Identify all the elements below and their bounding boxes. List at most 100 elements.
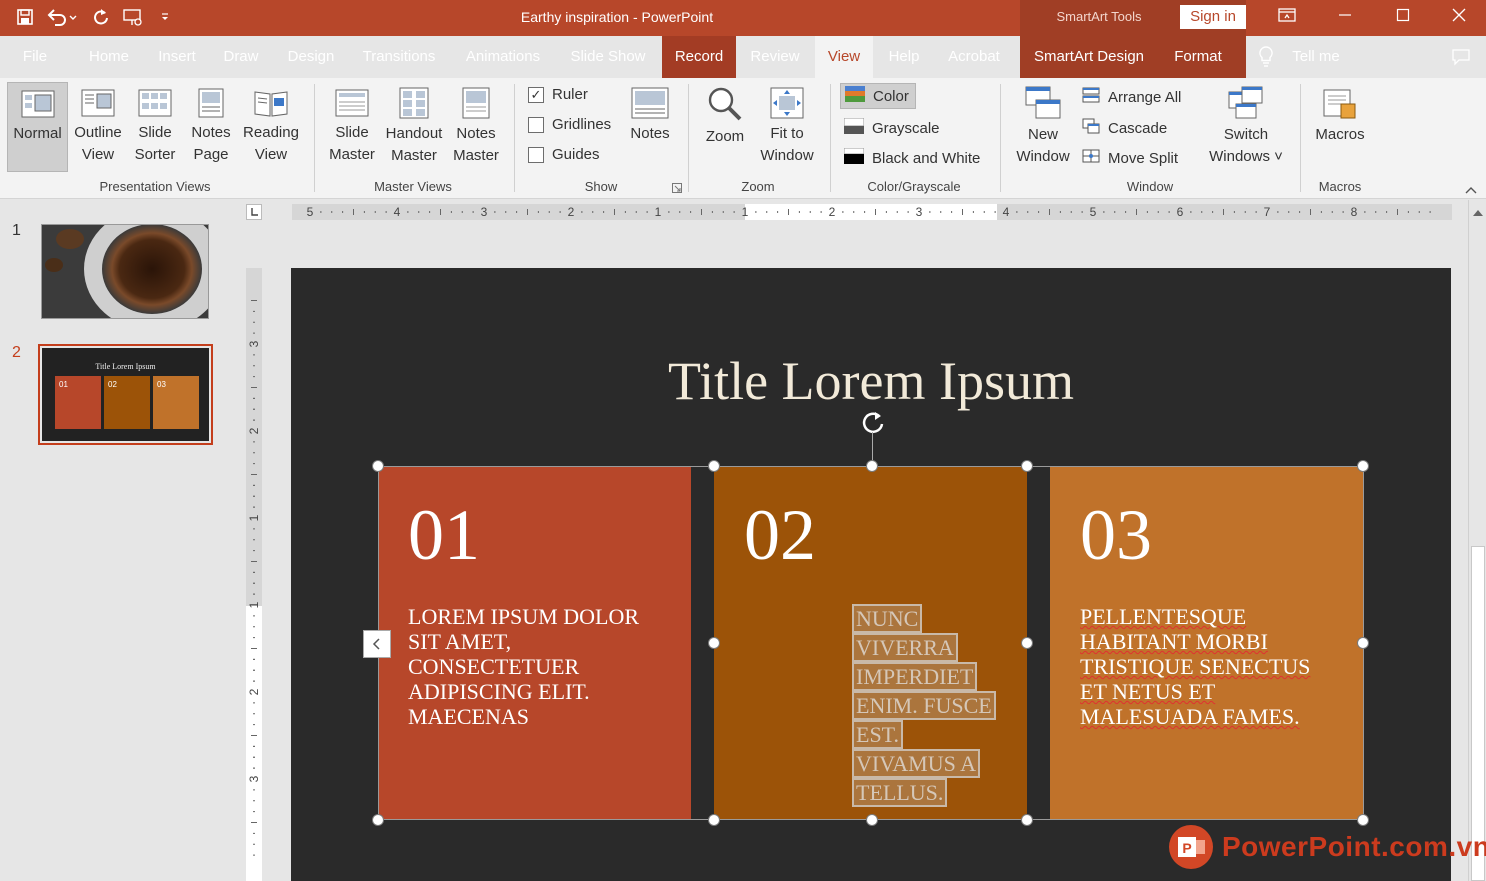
collapse-ribbon-icon[interactable] bbox=[1464, 182, 1478, 198]
scroll-up-icon[interactable] bbox=[1472, 204, 1484, 220]
ribbon-tabs: File Home Insert Draw Design Transitions… bbox=[0, 36, 1486, 78]
black-and-white-icon bbox=[843, 147, 865, 168]
notes-icon bbox=[631, 87, 669, 119]
color-label: Color bbox=[873, 87, 909, 105]
resize-handle[interactable] bbox=[1357, 460, 1369, 472]
ruler-tick-label: 1 bbox=[742, 205, 749, 219]
fit-to-window-button[interactable]: Fit to Window bbox=[756, 82, 818, 167]
outline-view-button[interactable]: Outline View bbox=[70, 82, 126, 166]
handout-master-label-1: Handout bbox=[385, 125, 443, 142]
color-button[interactable]: Color bbox=[840, 83, 916, 109]
text-pane-toggle-icon[interactable] bbox=[363, 630, 391, 658]
tab-view[interactable]: View bbox=[815, 36, 873, 78]
group-label-color-grayscale: Color/Grayscale bbox=[867, 179, 961, 194]
outline-view-icon bbox=[81, 88, 115, 118]
zoom-button[interactable]: Zoom bbox=[698, 82, 752, 148]
move-split-button[interactable]: Move Split bbox=[1078, 145, 1184, 171]
cascade-label: Cascade bbox=[1108, 119, 1168, 137]
switch-windows-button[interactable]: Switch Windows ˅ bbox=[1202, 82, 1290, 168]
tab-format[interactable]: Format bbox=[1163, 36, 1233, 78]
reading-view-button[interactable]: Reading View bbox=[240, 82, 302, 166]
grayscale-label: Grayscale bbox=[872, 119, 940, 137]
rotate-handle-icon[interactable] bbox=[859, 408, 887, 439]
vertical-scrollbar[interactable] bbox=[1468, 200, 1486, 881]
ruler-label: Ruler bbox=[552, 86, 588, 103]
reading-view-icon bbox=[253, 88, 289, 118]
black-and-white-button[interactable]: Black and White bbox=[840, 145, 986, 171]
vertical-ruler[interactable]: 3 2 1 1 2 3 bbox=[246, 268, 262, 881]
tab-animations[interactable]: Animations bbox=[455, 36, 551, 78]
tab-design[interactable]: Design bbox=[277, 36, 345, 78]
shape-handle[interactable] bbox=[708, 814, 720, 826]
slide-thumbnail-2[interactable]: Title Lorem Ipsum 01 02 03 bbox=[38, 344, 213, 445]
horizontal-ruler-ticks: 5 4 3 2 1 1 2 3 4 5 6 7 8 bbox=[307, 205, 1431, 219]
thumbnail-title: Title Lorem Ipsum bbox=[95, 362, 156, 371]
thumbnail-number: 1 bbox=[12, 222, 21, 239]
slide-master-icon bbox=[335, 88, 369, 118]
smartart-selection-frame bbox=[378, 466, 1364, 820]
horizontal-ruler[interactable]: 5 4 3 2 1 1 2 3 4 5 6 7 8 bbox=[292, 204, 1452, 220]
resize-handle[interactable] bbox=[866, 814, 878, 826]
grayscale-button[interactable]: Grayscale bbox=[840, 115, 946, 141]
macros-button[interactable]: Macros bbox=[1310, 82, 1370, 146]
resize-handle[interactable] bbox=[1357, 637, 1369, 649]
shape-handle[interactable] bbox=[1021, 637, 1033, 649]
notes-page-label-2: Page bbox=[193, 146, 229, 163]
gridlines-checkbox[interactable]: Gridlines bbox=[528, 116, 611, 133]
resize-handle[interactable] bbox=[372, 460, 384, 472]
tab-help[interactable]: Help bbox=[880, 36, 928, 78]
shape-handle[interactable] bbox=[708, 637, 720, 649]
resize-handle[interactable] bbox=[372, 814, 384, 826]
ruler-checkbox[interactable]: ✓ Ruler bbox=[528, 86, 588, 103]
group-label-window: Window bbox=[1126, 179, 1174, 194]
cascade-button[interactable]: Cascade bbox=[1078, 115, 1173, 141]
tab-smartart-design[interactable]: SmartArt Design bbox=[1024, 36, 1154, 78]
ruler-tick-label: 8 bbox=[1351, 205, 1358, 219]
tab-slide-show[interactable]: Slide Show bbox=[561, 36, 655, 78]
tab-home[interactable]: Home bbox=[78, 36, 140, 78]
slide-title[interactable]: Title Lorem Ipsum bbox=[291, 350, 1451, 412]
notes-page-button[interactable]: Notes Page bbox=[186, 82, 236, 166]
sign-in-button[interactable]: Sign in bbox=[1180, 5, 1246, 29]
slide-canvas[interactable]: Title Lorem Ipsum 01 LOREM IPSUM DOLOR S… bbox=[291, 268, 1451, 881]
minimize-icon[interactable] bbox=[1316, 0, 1374, 30]
slide-thumbnail-1[interactable] bbox=[41, 224, 209, 319]
notes-page-icon bbox=[198, 88, 224, 118]
tab-acrobat[interactable]: Acrobat bbox=[937, 36, 1011, 78]
normal-view-button[interactable]: Normal bbox=[7, 82, 68, 172]
show-dialog-launcher-icon[interactable] bbox=[672, 180, 682, 196]
slide-sorter-button[interactable]: Slide Sorter bbox=[128, 82, 182, 166]
comments-icon[interactable] bbox=[1446, 36, 1476, 78]
ruler-tick-label: 3 bbox=[481, 205, 488, 219]
notes-page-label-1: Notes bbox=[191, 124, 231, 141]
tab-selector-icon[interactable] bbox=[246, 204, 262, 220]
tab-insert[interactable]: Insert bbox=[148, 36, 206, 78]
arrange-all-button[interactable]: Arrange All bbox=[1078, 84, 1187, 110]
move-split-label: Move Split bbox=[1108, 149, 1179, 167]
resize-handle[interactable] bbox=[866, 460, 878, 472]
move-split-icon bbox=[1082, 148, 1100, 168]
tab-draw[interactable]: Draw bbox=[214, 36, 268, 78]
ribbon-display-options-icon[interactable] bbox=[1258, 0, 1316, 30]
tab-file[interactable]: File bbox=[10, 36, 60, 78]
shape-handle[interactable] bbox=[708, 460, 720, 472]
tell-me-search[interactable]: Tell me bbox=[1284, 36, 1348, 78]
notes-button[interactable]: Notes bbox=[622, 82, 678, 145]
slide-master-button[interactable]: Slide Master bbox=[324, 82, 380, 166]
tab-review[interactable]: Review bbox=[741, 36, 809, 78]
group-separator bbox=[830, 84, 831, 192]
notes-label: Notes bbox=[630, 125, 670, 142]
shape-handle[interactable] bbox=[1021, 460, 1033, 472]
maximize-icon[interactable] bbox=[1374, 0, 1432, 30]
shape-handle[interactable] bbox=[1021, 814, 1033, 826]
ruler-tick-label: 2 bbox=[247, 688, 261, 695]
guides-checkbox[interactable]: Guides bbox=[528, 146, 600, 163]
new-window-button[interactable]: New Window bbox=[1010, 82, 1076, 168]
notes-master-button[interactable]: Notes Master bbox=[450, 82, 502, 167]
tab-transitions[interactable]: Transitions bbox=[354, 36, 444, 78]
watermark-text: PowerPoint.com.vn bbox=[1222, 831, 1486, 862]
group-label-show: Show bbox=[584, 179, 618, 194]
handout-master-button[interactable]: Handout Master bbox=[382, 82, 446, 167]
close-icon[interactable] bbox=[1430, 0, 1486, 30]
tab-record[interactable]: Record bbox=[662, 36, 736, 78]
